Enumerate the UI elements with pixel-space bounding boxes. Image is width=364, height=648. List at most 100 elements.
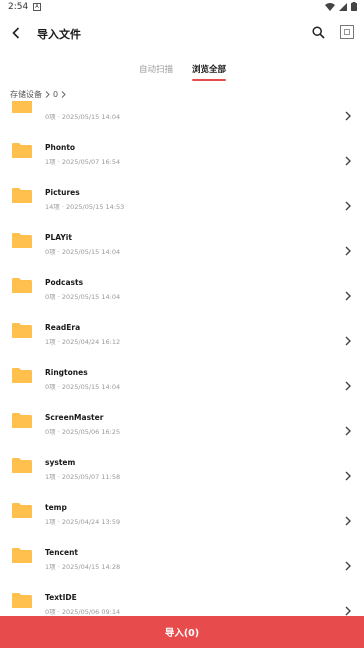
folder-icon	[11, 412, 33, 429]
folder-row[interactable]: Phonto 1项 · 2025/05/07 16:54	[0, 133, 364, 178]
chevron-right-icon	[344, 106, 352, 121]
folder-item-count: 0项	[45, 383, 56, 391]
folder-icon	[11, 592, 33, 609]
back-button[interactable]	[6, 22, 26, 44]
back-arrow-icon	[12, 27, 20, 39]
folder-modified-date: 2025/05/07 16:54	[61, 158, 121, 166]
folder-item-count: 0项	[45, 293, 56, 301]
folder-item-count: 1项	[45, 473, 56, 481]
folder-name: Ringtones	[45, 368, 88, 377]
folder-row[interactable]: Podcasts 0项 · 2025/05/15 14:04	[0, 268, 364, 313]
folder-row[interactable]: TextIDE 0项 · 2025/05/06 09:14	[0, 583, 364, 616]
folder-item-count: 0项	[45, 113, 56, 121]
folder-name: system	[45, 458, 76, 467]
folder-name: Phonto	[45, 143, 76, 152]
folder-name: ScreenMaster	[45, 413, 104, 422]
folder-row[interactable]: Ringtones 0项 · 2025/05/15 14:04	[0, 358, 364, 403]
folder-icon	[11, 502, 33, 519]
wifi-icon	[325, 2, 335, 11]
folder-meta: 0项 · 2025/05/06 16:25	[45, 426, 120, 436]
folder-name: TextIDE	[45, 593, 77, 602]
folder-meta: 1项 · 2025/04/24 13:59	[45, 516, 120, 526]
chevron-right-icon	[344, 421, 352, 436]
tab-browse-all[interactable]: 浏览全部	[192, 63, 226, 75]
folder-row[interactable]: 0项 · 2025/05/15 14:04	[0, 101, 364, 133]
folder-item-count: 0项	[45, 428, 56, 436]
folder-icon	[11, 142, 33, 159]
chevron-right-icon	[344, 466, 352, 481]
folder-name: ReadEra	[45, 323, 81, 332]
chevron-right-icon	[344, 151, 352, 166]
folder-modified-date: 2025/05/15 14:04	[61, 113, 121, 121]
folder-icon	[11, 322, 33, 339]
folder-meta: 0项 · 2025/05/15 14:04	[45, 381, 120, 391]
chevron-right-icon	[344, 286, 352, 301]
folder-row[interactable]: ReadEra 1项 · 2025/04/24 16:12	[0, 313, 364, 358]
select-all-icon	[344, 29, 350, 35]
folder-row[interactable]: Pictures 14项 · 2025/05/15 14:53	[0, 178, 364, 223]
folder-modified-date: 2025/05/15 14:53	[65, 203, 125, 211]
page-title: 导入文件	[37, 28, 81, 41]
folder-icon	[11, 101, 33, 114]
tab-auto-scan[interactable]: 自动扫描	[139, 63, 173, 75]
folder-item-count: 0项	[45, 248, 56, 256]
folder-row[interactable]: temp 1项 · 2025/04/24 13:59	[0, 493, 364, 538]
folder-icon	[11, 232, 33, 249]
folder-item-count: 1项	[45, 518, 56, 526]
chevron-right-icon	[344, 331, 352, 346]
folder-modified-date: 2025/05/15 14:04	[61, 293, 121, 301]
folder-modified-date: 2025/05/15 14:04	[61, 248, 121, 256]
folder-icon	[11, 367, 33, 384]
notification-icon: A	[33, 3, 41, 11]
folder-meta: 0项 · 2025/05/15 14:04	[45, 246, 120, 256]
folder-icon	[11, 457, 33, 474]
folder-name: PLAYit	[45, 233, 72, 242]
folder-name: Tencent	[45, 548, 79, 557]
folder-item-count: 14项	[45, 203, 60, 211]
folder-meta: 0项 · 2025/05/06 09:14	[45, 606, 120, 616]
folder-row[interactable]: PLAYit 0项 · 2025/05/15 14:04	[0, 223, 364, 268]
folder-modified-date: 2025/05/07 11:58	[61, 473, 121, 481]
folder-modified-date: 2025/04/24 13:59	[61, 518, 121, 526]
breadcrumb-current[interactable]: 0	[53, 90, 58, 99]
folder-item-count: 0项	[45, 608, 56, 616]
status-icons	[325, 2, 357, 11]
chevron-right-icon	[61, 90, 66, 98]
folder-item-count: 1项	[45, 158, 56, 166]
folder-meta: 1项 · 2025/04/24 16:12	[45, 336, 120, 346]
signal-icon	[339, 2, 347, 11]
folder-item-count: 1项	[45, 338, 56, 346]
folder-meta: 14项 · 2025/05/15 14:53	[45, 201, 124, 211]
battery-icon	[351, 2, 357, 11]
folder-row[interactable]: Tencent 1项 · 2025/04/15 14:28	[0, 538, 364, 583]
folder-meta: 1项 · 2025/04/15 14:28	[45, 561, 120, 571]
search-button[interactable]	[310, 23, 326, 41]
folder-icon	[11, 277, 33, 294]
folder-modified-date: 2025/05/15 14:04	[61, 383, 121, 391]
chevron-right-icon	[344, 241, 352, 256]
chevron-right-icon	[344, 601, 352, 616]
folder-row[interactable]: system 1项 · 2025/05/07 11:58	[0, 448, 364, 493]
chevron-right-icon	[344, 556, 352, 571]
folder-item-count: 1项	[45, 563, 56, 571]
folder-modified-date: 2025/05/06 16:25	[61, 428, 121, 436]
folder-name: Pictures	[45, 188, 80, 197]
chevron-right-icon	[344, 511, 352, 526]
folder-row[interactable]: ScreenMaster 0项 · 2025/05/06 16:25	[0, 403, 364, 448]
file-list: 0项 · 2025/05/15 14:04 Phonto 1项 · 2025/05/…	[0, 101, 364, 616]
app-bar: 导入文件	[0, 16, 364, 52]
select-all-button[interactable]	[340, 25, 354, 39]
import-button[interactable]: 导入(0)	[0, 616, 364, 648]
tab-bar: 自动扫描 浏览全部	[0, 58, 364, 84]
folder-modified-date: 2025/04/15 14:28	[61, 563, 121, 571]
folder-meta: 1项 · 2025/05/07 16:54	[45, 156, 120, 166]
status-bar: 2:54 A	[0, 0, 364, 16]
breadcrumb: 存储设备 0	[10, 87, 66, 101]
chevron-right-icon	[344, 196, 352, 211]
breadcrumb-storage[interactable]: 存储设备	[10, 89, 42, 100]
folder-modified-date: 2025/04/24 16:12	[61, 338, 121, 346]
import-button-label: 导入(0)	[164, 628, 200, 639]
status-time: 2:54	[8, 2, 29, 12]
tab-indicator	[192, 79, 226, 81]
folder-meta: 1项 · 2025/05/07 11:58	[45, 471, 120, 481]
